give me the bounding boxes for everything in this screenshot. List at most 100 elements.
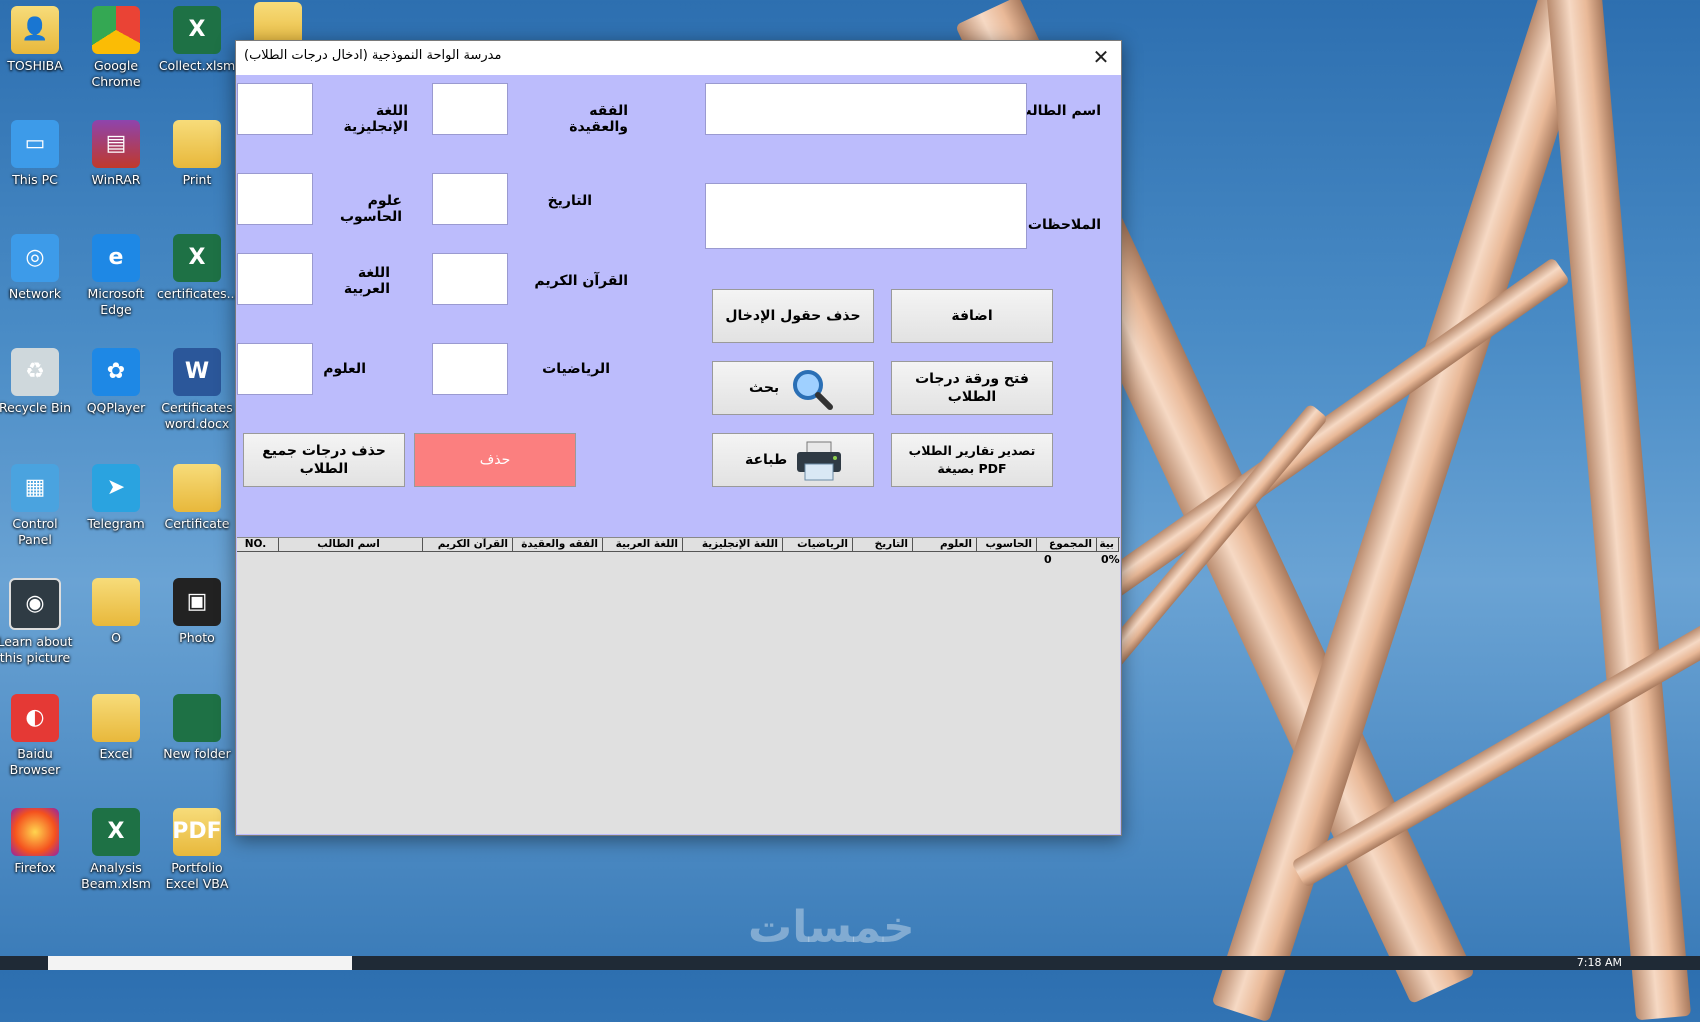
col-header-math[interactable]: الرياضيات xyxy=(783,538,853,552)
student-name-label: اسم الطالب xyxy=(1017,103,1101,119)
desktop-icon-network[interactable]: ◎ Network xyxy=(0,234,75,302)
search-button[interactable]: بحث xyxy=(712,361,874,415)
print-button-label: طباعة xyxy=(745,452,788,468)
desktop-icon-edge[interactable]: e Microsoft Edge xyxy=(76,234,156,318)
add-button[interactable]: اضافة xyxy=(891,289,1053,343)
delete-button[interactable]: حذف xyxy=(414,433,576,487)
delete-all-grades-button[interactable]: حذف درجات جميع الطلاب xyxy=(243,433,405,487)
photo-folder-icon: ▣ xyxy=(173,578,221,626)
excel-file-icon: X xyxy=(173,234,221,282)
col-header-student-name[interactable]: اسم الطالب xyxy=(279,538,423,552)
notes-input[interactable] xyxy=(705,183,1027,249)
desktop-icon-photo[interactable]: ▣ Photo xyxy=(157,578,237,646)
notes-label: الملاحظات xyxy=(1027,217,1101,233)
start-button[interactable] xyxy=(0,956,44,970)
arabic-input[interactable] xyxy=(237,253,313,305)
desktop-icon-learn[interactable]: ◉ Learn about this picture xyxy=(0,578,75,666)
desktop-icon-recycle-bin[interactable]: ♻ Recycle Bin xyxy=(0,348,75,416)
col-header-percent[interactable]: بية xyxy=(1097,538,1119,552)
col-header-arabic[interactable]: اللغة العربية xyxy=(603,538,683,552)
computer-input[interactable] xyxy=(237,173,313,225)
wallpaper-beam xyxy=(1543,0,1692,1021)
fiqh-label: الفقه والعقيدة xyxy=(569,103,628,135)
quran-label: القرآن الكريم xyxy=(534,273,628,289)
close-button[interactable]: ✕ xyxy=(1081,41,1121,73)
english-input[interactable] xyxy=(237,83,313,135)
watermark: خمسات xyxy=(748,902,915,953)
excel-file-icon: X xyxy=(92,808,140,856)
students-list[interactable]: بية المجموع الحاسوب العلوم التاريخ الريا… xyxy=(237,537,1120,834)
taskbar: 7:18 AM xyxy=(0,956,1700,970)
taskbar-search-box[interactable] xyxy=(48,956,352,970)
excel-file-icon: X xyxy=(173,6,221,54)
arabic-label: اللغة العربية xyxy=(343,265,390,297)
col-header-no[interactable]: NO. xyxy=(237,538,279,552)
desktop-icon-chrome[interactable]: Google Chrome xyxy=(76,6,156,90)
desktop-icon-certificates-word[interactable]: W Certificates word.docx xyxy=(157,348,237,432)
col-header-computer[interactable]: الحاسوب xyxy=(977,538,1037,552)
col-header-total[interactable]: المجموع xyxy=(1037,538,1097,552)
dialog-titlebar: مدرسة الواحة النموذجية (ادخال درجات الطل… xyxy=(236,41,1121,73)
science-input[interactable] xyxy=(237,343,313,395)
quran-input[interactable] xyxy=(432,253,508,305)
desktop-icon-print[interactable]: Print xyxy=(157,120,237,188)
english-label: اللغة الإنجليزية xyxy=(343,103,408,135)
desktop-icon-telegram[interactable]: ➤ Telegram xyxy=(76,464,156,532)
dialog-title: مدرسة الواحة النموذجية (ادخال درجات الطل… xyxy=(244,48,502,63)
chrome-icon xyxy=(92,6,140,54)
magnifier-icon xyxy=(793,370,833,410)
desktop-icon-control-panel[interactable]: ▦ Control Panel xyxy=(0,464,75,548)
recycle-bin-icon: ♻ xyxy=(11,348,59,396)
desktop-icon-winrar[interactable]: ▤ WinRAR xyxy=(76,120,156,188)
control-panel-icon: ▦ xyxy=(11,464,59,512)
science-label: العلوم xyxy=(323,361,366,377)
col-header-history[interactable]: التاريخ xyxy=(853,538,913,552)
desktop-icon-baidu[interactable]: ◐ Baidu Browser xyxy=(0,694,75,778)
search-button-label: بحث xyxy=(749,380,780,396)
math-input[interactable] xyxy=(432,343,508,395)
folder-icon xyxy=(173,120,221,168)
computer-icon: ▭ xyxy=(11,120,59,168)
desktop-icon-certificate[interactable]: Certificate xyxy=(157,464,237,532)
history-label: التاريخ xyxy=(547,193,592,209)
network-icon: ◎ xyxy=(11,234,59,282)
computer-label: علوم الحاسوب xyxy=(339,193,402,225)
student-name-input[interactable] xyxy=(705,83,1027,135)
math-label: الرياضيات xyxy=(542,361,610,377)
pdf-file-icon: PDF xyxy=(172,808,222,856)
desktop-icon-excel[interactable]: Excel xyxy=(76,694,156,762)
col-header-english[interactable]: اللغة الإنجليزية xyxy=(683,538,783,552)
desktop-icon-portfolio[interactable]: PDF Portfolio Excel VBA xyxy=(157,808,237,892)
desktop-icon-qqplayer[interactable]: ✿ QQPlayer xyxy=(76,348,156,416)
telegram-icon: ➤ xyxy=(92,464,140,512)
edge-icon: e xyxy=(92,234,140,282)
book-icon xyxy=(173,694,221,742)
desktop-icon-firefox[interactable]: Firefox xyxy=(0,808,75,876)
desktop-icon-new-folder[interactable]: New folder xyxy=(157,694,237,762)
folder-icon xyxy=(92,578,140,626)
desktop-icon-this-pc[interactable]: ▭ This PC xyxy=(0,120,75,188)
row-total: 0 xyxy=(1044,553,1052,566)
col-header-fiqh[interactable]: الفقه والعقيدة xyxy=(513,538,603,552)
camera-icon: ◉ xyxy=(9,578,61,630)
folder-icon xyxy=(92,694,140,742)
desktop-icon-collect[interactable]: X Collect.xlsm xyxy=(157,6,237,74)
col-header-quran[interactable]: القرآن الكريم xyxy=(423,538,513,552)
grades-entry-dialog: مدرسة الواحة النموذجية (ادخال درجات الطل… xyxy=(235,40,1122,836)
desktop-icon-analysis-beam[interactable]: X Analysis Beam.xlsm xyxy=(76,808,156,892)
printer-icon xyxy=(797,441,841,481)
desktop-icon-o[interactable]: O xyxy=(76,578,156,646)
open-grades-sheet-button[interactable]: فتح ورقة درجات الطلاب xyxy=(891,361,1053,415)
taskbar-clock[interactable]: 7:18 AM xyxy=(1577,956,1622,969)
pdf-folder-icon xyxy=(173,464,221,512)
fiqh-input[interactable] xyxy=(432,83,508,135)
print-button[interactable]: طباعة xyxy=(712,433,874,487)
col-header-science[interactable]: العلوم xyxy=(913,538,977,552)
baidu-browser-icon: ◐ xyxy=(11,694,59,742)
export-pdf-button[interactable]: تصدير تقارير الطلاب بصيغة PDF xyxy=(891,433,1053,487)
word-file-icon: W xyxy=(173,348,221,396)
desktop-icon-toshiba[interactable]: 👤 TOSHIBA xyxy=(0,6,75,74)
desktop-icon-certificates-xls[interactable]: Xcertificates.... xyxy=(157,234,242,302)
clear-fields-button[interactable]: حذف حقول الإدخال xyxy=(712,289,874,343)
history-input[interactable] xyxy=(432,173,508,225)
